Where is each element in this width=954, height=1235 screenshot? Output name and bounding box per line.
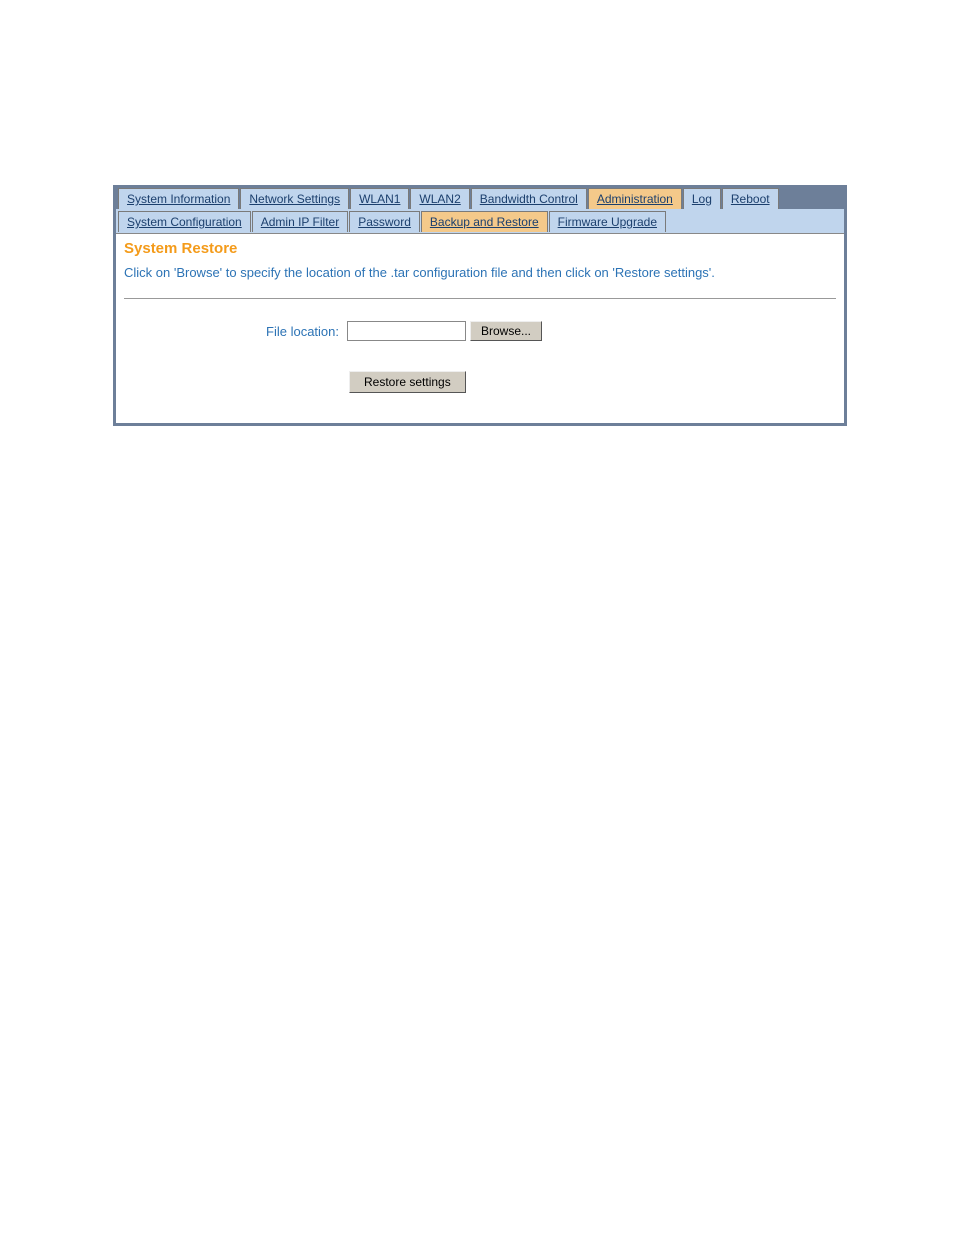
restore-settings-button[interactable]: Restore settings — [349, 371, 466, 393]
tab-log[interactable]: Log — [683, 188, 721, 209]
content-area: System Restore Click on 'Browse' to spec… — [116, 234, 844, 423]
tab-bandwidth-control[interactable]: Bandwidth Control — [471, 188, 587, 209]
primary-tabs: System InformationNetwork SettingsWLAN1W… — [116, 185, 844, 209]
separator — [124, 298, 836, 299]
subtab-backup-and-restore[interactable]: Backup and Restore — [421, 211, 548, 232]
restore-row: Restore settings — [124, 371, 836, 393]
browse-button[interactable]: Browse... — [470, 321, 542, 341]
tab-wlan1[interactable]: WLAN1 — [350, 188, 409, 209]
tab-system-information[interactable]: System Information — [118, 188, 239, 209]
tab-network-settings[interactable]: Network Settings — [240, 188, 349, 209]
secondary-tabs: System ConfigurationAdmin IP FilterPassw… — [116, 209, 844, 234]
admin-panel: System InformationNetwork SettingsWLAN1W… — [113, 185, 847, 426]
subtab-admin-ip-filter[interactable]: Admin IP Filter — [252, 211, 348, 232]
subtab-password[interactable]: Password — [349, 211, 420, 232]
file-location-label: File location: — [124, 324, 347, 339]
file-location-row: File location: Browse... — [124, 321, 836, 341]
file-location-input[interactable] — [347, 321, 466, 341]
page-description: Click on 'Browse' to specify the locatio… — [124, 265, 836, 280]
tab-reboot[interactable]: Reboot — [722, 188, 779, 209]
tab-administration[interactable]: Administration — [588, 188, 682, 209]
tab-wlan2[interactable]: WLAN2 — [410, 188, 469, 209]
subtab-system-configuration[interactable]: System Configuration — [118, 211, 251, 232]
page-title: System Restore — [124, 240, 836, 257]
subtab-firmware-upgrade[interactable]: Firmware Upgrade — [549, 211, 666, 232]
